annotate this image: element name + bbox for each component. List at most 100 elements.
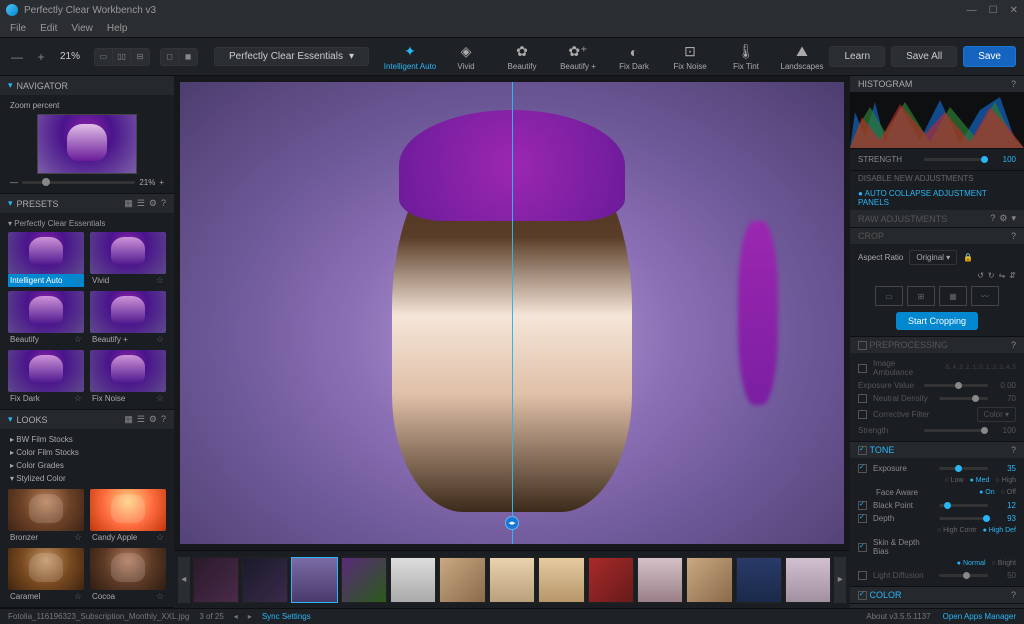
cf-strength-slider[interactable] — [924, 429, 988, 432]
zoom-in-button[interactable]: + — [32, 48, 50, 66]
mode-landscapes[interactable]: ⛰Landscapes — [775, 41, 829, 73]
list-view-icon[interactable]: ☰ — [137, 414, 145, 425]
blackpoint-slider[interactable] — [939, 504, 988, 507]
looks-cat-colorfilm[interactable]: ▸ Color Film Stocks — [10, 446, 164, 459]
filmstrip-prev-status[interactable]: ◂ — [234, 612, 238, 621]
fa-on[interactable]: On — [979, 489, 995, 496]
menu-view[interactable]: View — [71, 23, 93, 34]
filmstrip-item-selected[interactable] — [291, 557, 337, 603]
filmstrip-item[interactable] — [341, 557, 387, 603]
flip-v-icon[interactable]: ⇵ — [1009, 271, 1016, 280]
filmstrip-item[interactable] — [637, 557, 683, 603]
navigator-thumbnail[interactable] — [37, 114, 137, 174]
minimize-button[interactable]: — — [967, 5, 977, 16]
star-icon[interactable]: ☆ — [156, 532, 164, 543]
filmstrip-next[interactable]: ▸ — [834, 557, 846, 603]
filmstrip-item[interactable] — [736, 557, 782, 603]
color-header[interactable]: COLOR? — [850, 587, 1024, 603]
view-split-h[interactable]: ▯▯ — [113, 49, 131, 65]
disable-adjustments[interactable]: DISABLE NEW ADJUSTMENTS — [850, 171, 1024, 186]
view-single[interactable]: ▭ — [95, 49, 113, 65]
mode-fix-dark[interactable]: ◐Fix Dark — [607, 41, 661, 73]
preset-category[interactable]: ▾ Perfectly Clear Essentials — [8, 217, 166, 230]
skin-depth-checkbox[interactable] — [858, 543, 867, 552]
rotate-cw-icon[interactable]: ↻ — [988, 271, 995, 280]
color-checkbox[interactable] — [858, 591, 867, 600]
preset-fix-dark[interactable]: Fix Dark☆ — [8, 350, 84, 405]
start-cropping-button[interactable]: Start Cropping — [896, 312, 978, 330]
compare-on[interactable]: ◼ — [179, 49, 197, 65]
filmstrip-item[interactable] — [390, 557, 436, 603]
filmstrip-item[interactable] — [686, 557, 732, 603]
blackpoint-checkbox[interactable] — [858, 501, 867, 510]
grid-view-icon[interactable]: ▦ — [124, 414, 133, 425]
exposure-slider[interactable] — [939, 467, 988, 470]
filmstrip-item[interactable] — [489, 557, 535, 603]
crop-grid-dense[interactable]: ▦ — [939, 286, 967, 306]
crop-grid-golden[interactable]: 〰 — [971, 286, 999, 306]
help-icon[interactable]: ? — [1011, 79, 1016, 89]
looks-cat-stylized[interactable]: ▾ Stylized Color — [10, 472, 164, 485]
mode-fix-tint[interactable]: 🌡Fix Tint — [719, 41, 773, 73]
depth-slider[interactable] — [939, 517, 988, 520]
presets-header[interactable]: ▾PRESETS ▦☰⚙? — [0, 194, 174, 213]
looks-cat-grades[interactable]: ▸ Color Grades — [10, 459, 164, 472]
close-button[interactable]: ✕ — [1010, 5, 1018, 16]
star-icon[interactable]: ☆ — [74, 532, 82, 543]
nd-slider[interactable] — [939, 397, 988, 400]
help-icon[interactable]: ? — [1011, 445, 1016, 455]
fa-off[interactable]: Off — [1001, 489, 1016, 496]
star-icon[interactable]: ☆ — [156, 334, 164, 345]
sd-bright[interactable]: Bright — [992, 560, 1016, 567]
exposure-value-slider[interactable] — [924, 384, 988, 387]
expand-icon[interactable]: ▾ — [1011, 213, 1016, 224]
image-canvas[interactable]: ◂▸ — [180, 82, 844, 544]
look-cocoa[interactable]: Cocoa☆ — [90, 548, 166, 603]
zoom-out-button[interactable]: — — [8, 48, 26, 66]
star-icon[interactable]: ☆ — [74, 275, 82, 286]
depth-hd[interactable]: High Def — [983, 527, 1016, 534]
compare-off[interactable]: ◻ — [161, 49, 179, 65]
filmstrip-prev[interactable]: ◂ — [178, 557, 190, 603]
zoom-in-mini[interactable]: + — [159, 178, 164, 187]
looks-cat-bw[interactable]: ▸ BW Film Stocks — [10, 433, 164, 446]
aspect-dropdown[interactable]: Original ▾ — [909, 250, 957, 265]
save-all-button[interactable]: Save All — [891, 46, 957, 67]
star-icon[interactable]: ☆ — [156, 275, 164, 286]
help-icon[interactable]: ? — [1011, 590, 1016, 600]
filmstrip-item[interactable] — [439, 557, 485, 603]
preset-intelligent-auto[interactable]: Intelligent Auto☆ — [8, 232, 84, 287]
filmstrip-item[interactable] — [193, 557, 239, 603]
crop-grid-thirds[interactable]: ⊞ — [907, 286, 935, 306]
preset-fix-noise[interactable]: Fix Noise☆ — [90, 350, 166, 405]
gear-icon[interactable]: ⚙ — [149, 198, 157, 209]
view-split-v[interactable]: ⊟ — [131, 49, 149, 65]
zoom-out-mini[interactable]: — — [10, 178, 18, 187]
cf-dropdown[interactable]: Color ▾ — [977, 407, 1016, 422]
preset-beautify[interactable]: Beautify☆ — [8, 291, 84, 346]
navigator-header[interactable]: ▾NAVIGATOR — [0, 76, 174, 95]
learn-button[interactable]: Learn — [829, 46, 885, 67]
exp-low[interactable]: Low — [945, 477, 964, 484]
help-icon[interactable]: ? — [161, 414, 166, 425]
sync-settings-link[interactable]: Sync Settings — [262, 612, 311, 621]
rotate-ccw-icon[interactable]: ↺ — [977, 271, 984, 280]
save-button[interactable]: Save — [963, 46, 1016, 67]
mode-vivid[interactable]: ◈Vivid — [439, 41, 493, 73]
auto-collapse[interactable]: AUTO COLLAPSE ADJUSTMENT PANELS — [850, 186, 1024, 210]
star-icon[interactable]: ☆ — [74, 393, 82, 404]
crop-grid-none[interactable]: ▭ — [875, 286, 903, 306]
look-bronzer[interactable]: Bronzer☆ — [8, 489, 84, 544]
star-icon[interactable]: ☆ — [156, 591, 164, 602]
depth-hc[interactable]: High Contr — [937, 527, 977, 534]
help-icon[interactable]: ? — [161, 198, 166, 209]
star-icon[interactable]: ☆ — [156, 393, 164, 404]
crop-header[interactable]: CROP? — [850, 228, 1024, 244]
tone-header[interactable]: TONE? — [850, 442, 1024, 458]
filmstrip-item[interactable] — [785, 557, 831, 603]
preset-dropdown[interactable]: Perfectly Clear Essentials ▾ — [214, 47, 369, 66]
menu-help[interactable]: Help — [107, 23, 128, 34]
star-icon[interactable]: ☆ — [74, 334, 82, 345]
preprocessing-checkbox[interactable] — [858, 341, 867, 350]
nd-checkbox[interactable] — [858, 394, 867, 403]
